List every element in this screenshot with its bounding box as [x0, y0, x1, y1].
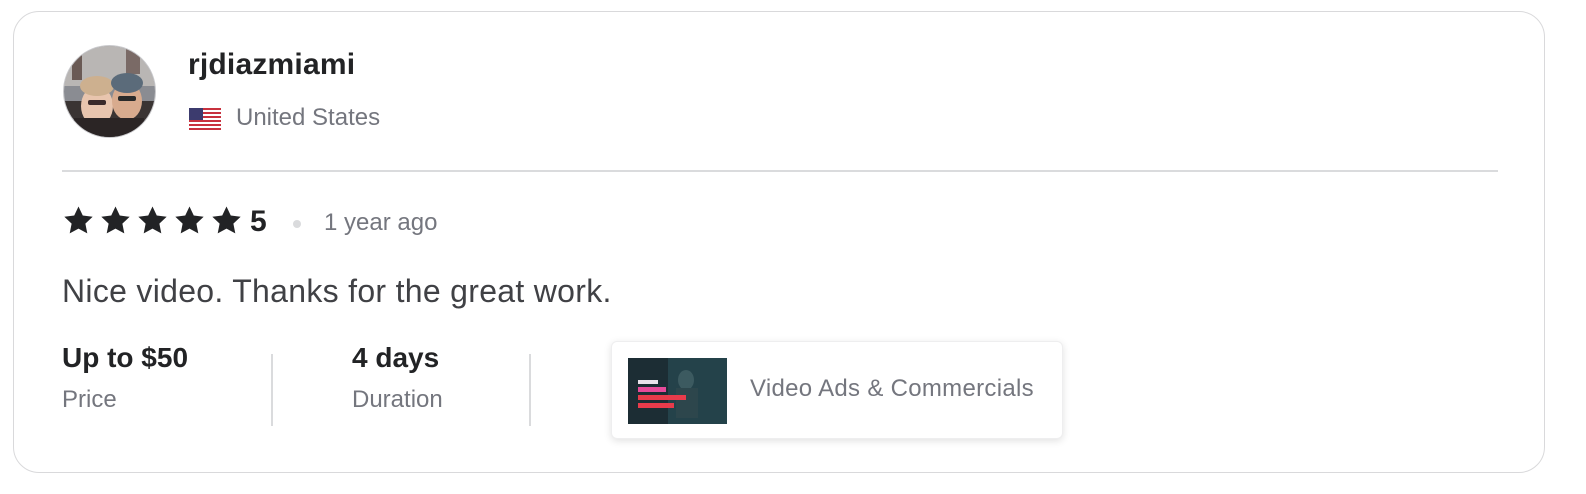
reviewer-country: United States: [236, 104, 381, 131]
meta-divider: [271, 354, 273, 426]
duration-value: 4 days: [352, 342, 440, 373]
avatar[interactable]: [63, 45, 156, 138]
divider: [62, 170, 1498, 172]
star-rating: [62, 204, 243, 238]
reviewer-username[interactable]: rjdiazmiami: [188, 48, 355, 82]
meta-divider: [529, 354, 531, 426]
us-flag-icon: [189, 108, 221, 130]
gig-card[interactable]: Video Ads & Commercials: [611, 341, 1063, 439]
review-card: rjdiazmiami United States 5 1 year ago N…: [13, 11, 1545, 473]
separator-dot: [293, 220, 301, 228]
star-icon: [212, 206, 241, 234]
star-icon: [64, 206, 93, 234]
star-icon: [175, 206, 204, 234]
price-value: Up to $50: [62, 342, 189, 373]
star-icon: [101, 206, 130, 234]
duration-block: 4 days Duration: [352, 342, 443, 414]
star-icon: [138, 206, 167, 234]
price-label: Price: [62, 386, 117, 413]
gig-title: Video Ads & Commercials: [750, 375, 1034, 402]
price-block: Up to $50 Price: [62, 342, 188, 414]
review-text: Nice video. Thanks for the great work.: [62, 273, 612, 309]
review-time: 1 year ago: [324, 209, 438, 236]
rating-value: 5: [250, 205, 267, 238]
gig-thumbnail: [628, 358, 727, 424]
duration-label: Duration: [352, 386, 443, 413]
